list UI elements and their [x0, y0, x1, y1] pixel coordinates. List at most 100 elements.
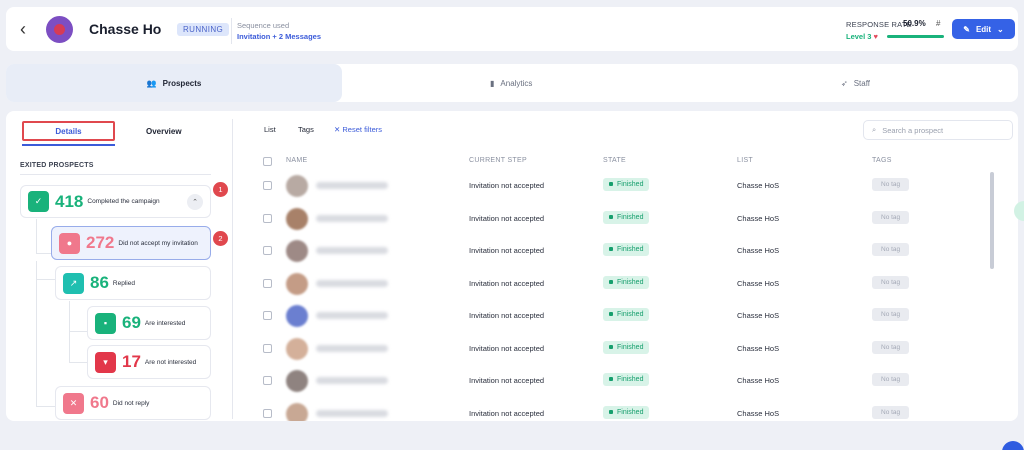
- prospect-name-blurred: [316, 312, 388, 319]
- row-checkbox[interactable]: [263, 311, 272, 320]
- edit-button[interactable]: ✎ Edit ⌄: [952, 19, 1015, 39]
- back-arrow-icon[interactable]: ‹: [20, 20, 38, 38]
- campaign-title: Chasse Ho: [89, 21, 162, 37]
- response-rate-label: RESPONSE RATE: [846, 20, 912, 29]
- tag-badge: No tag: [872, 178, 910, 191]
- prospect-name-blurred: [316, 279, 388, 287]
- table-row[interactable]: Invitation not accepted Finished Chasse Ho…: [240, 171, 1000, 203]
- sequence-link[interactable]: Invitation + 2 Messages: [237, 32, 321, 41]
- thumbs-down-icon: ▾: [95, 351, 116, 373]
- tag-badge: No tag: [872, 405, 910, 419]
- chevron-up-icon[interactable]: ⌃: [187, 194, 203, 210]
- avatar: [286, 175, 308, 197]
- filter-tags-button[interactable]: Tags: [298, 125, 314, 134]
- state-badge: Finished: [603, 405, 650, 419]
- subtab-overview[interactable]: Overview: [146, 127, 182, 136]
- close-icon: ✕: [334, 125, 341, 134]
- table-row[interactable]: Invitation not accepted Finished Chasse Ho…: [240, 334, 1000, 366]
- node-completed-campaign[interactable]: ✓ 418 Completed the campaign ⌃: [20, 185, 211, 218]
- section-label: EXITED PROSPECTS: [20, 162, 94, 169]
- column-header-name: NAME: [286, 157, 308, 164]
- hash-icon: #: [936, 19, 941, 28]
- tree-connector: [69, 301, 70, 363]
- annotation-marker: 2: [213, 231, 228, 246]
- reset-filters-button[interactable]: ✕ Reset filters: [334, 125, 382, 134]
- sequence-label: Sequence used: [237, 21, 290, 30]
- list-cell: Chasse HoS: [737, 408, 780, 418]
- tree-connector: [69, 362, 87, 363]
- avatar: [286, 207, 308, 230]
- current-step-cell: Invitation not accepted: [469, 181, 545, 190]
- content-panel: Details Overview EXITED PROSPECTS ✓ 418 …: [6, 111, 1018, 421]
- node-not-interested[interactable]: ▾ 17 Are not interested: [87, 345, 211, 379]
- prospect-name-blurred: [316, 409, 388, 417]
- scrollbar[interactable]: [990, 172, 994, 269]
- row-checkbox[interactable]: [263, 343, 272, 353]
- row-checkbox[interactable]: [263, 278, 272, 288]
- prospect-name-blurred: [316, 182, 388, 189]
- list-cell: Chasse HoS: [737, 376, 780, 385]
- table-row[interactable]: Invitation not accepted Finished Chasse Ho…: [240, 236, 1000, 268]
- tag-badge: No tag: [872, 210, 910, 224]
- row-checkbox[interactable]: [263, 376, 272, 385]
- node-replied[interactable]: ↗ 86 Replied: [55, 266, 211, 300]
- table-row[interactable]: Invitation not accepted Finished Chasse Ho…: [240, 269, 1000, 301]
- search-input[interactable]: ⌕ Search a prospect: [863, 120, 1013, 140]
- table-row[interactable]: Invitation not accepted Finished Chasse Ho…: [240, 301, 1000, 333]
- row-checkbox[interactable]: [263, 408, 272, 418]
- tree-connector: [36, 253, 51, 254]
- column-header-state: STATE: [603, 157, 627, 164]
- current-step-cell: Invitation not accepted: [469, 246, 545, 255]
- heart-icon: ♥: [873, 32, 878, 41]
- state-badge: Finished: [603, 178, 650, 191]
- current-step-cell: Invitation not accepted: [469, 278, 545, 288]
- row-checkbox[interactable]: [263, 181, 272, 190]
- tag-badge: No tag: [872, 243, 910, 256]
- column-header-list: LIST: [737, 157, 753, 164]
- tab-analytics[interactable]: ▮ Analytics: [490, 64, 532, 102]
- divider: [231, 18, 232, 44]
- tag-badge: No tag: [872, 373, 910, 386]
- avatar: [286, 337, 308, 360]
- search-icon: ⌕: [872, 125, 877, 134]
- divider: [20, 174, 211, 175]
- table-header: NAME CURRENT STEP STATE LIST TAGS: [240, 154, 1000, 168]
- bar-chart-icon: ▮: [490, 78, 495, 88]
- list-cell: Chasse HoS: [737, 278, 780, 288]
- prospect-tree: Details Overview EXITED PROSPECTS ✓ 418 …: [6, 111, 231, 421]
- response-rate-value: 50.9%: [903, 19, 926, 28]
- x-icon: ✕: [63, 392, 84, 414]
- tag-badge: No tag: [872, 275, 910, 289]
- avatar: [286, 370, 308, 392]
- current-step-cell: Invitation not accepted: [469, 376, 545, 385]
- table-row[interactable]: Invitation not accepted Finished Chasse Ho…: [240, 399, 1000, 421]
- tab-prospects[interactable]: 👥 Prospects: [6, 64, 342, 102]
- avatar: [286, 272, 308, 295]
- select-all-checkbox[interactable]: [263, 157, 272, 166]
- tree-connector: [69, 331, 87, 332]
- tab-staff[interactable]: ➶ Staff: [841, 64, 870, 102]
- avatar: [286, 402, 308, 421]
- prospect-name-blurred: [316, 247, 388, 254]
- tag-badge: No tag: [872, 308, 910, 321]
- main-tabs: 👥 Prospects ▮ Analytics ➶ Staff: [6, 64, 1018, 102]
- node-did-not-reply[interactable]: ✕ 60 Did not reply: [55, 386, 211, 420]
- chevron-down-icon: ⌄: [997, 24, 1004, 34]
- table-row[interactable]: Invitation not accepted Finished Chasse Ho…: [240, 204, 1000, 236]
- filter-list-button[interactable]: List: [264, 125, 276, 134]
- reply-icon: ↗: [63, 272, 84, 294]
- row-checkbox[interactable]: [263, 213, 272, 223]
- list-cell: Chasse HoS: [737, 311, 780, 320]
- help-widget-button[interactable]: [1002, 441, 1024, 450]
- list-cell: Chasse HoS: [737, 343, 780, 353]
- node-interested[interactable]: ▪ 69 Are interested: [87, 306, 211, 340]
- state-badge: Finished: [603, 308, 650, 321]
- list-cell: Chasse HoS: [737, 213, 780, 223]
- tree-connector: [36, 219, 37, 253]
- pencil-icon: ✎: [963, 24, 970, 34]
- tree-connector: [36, 261, 37, 406]
- node-not-accepted[interactable]: ● 272 Did not accept my invitation: [51, 226, 211, 260]
- table-row[interactable]: Invitation not accepted Finished Chasse Ho…: [240, 366, 1000, 398]
- subtab-details[interactable]: Details: [22, 121, 115, 141]
- row-checkbox[interactable]: [263, 246, 272, 255]
